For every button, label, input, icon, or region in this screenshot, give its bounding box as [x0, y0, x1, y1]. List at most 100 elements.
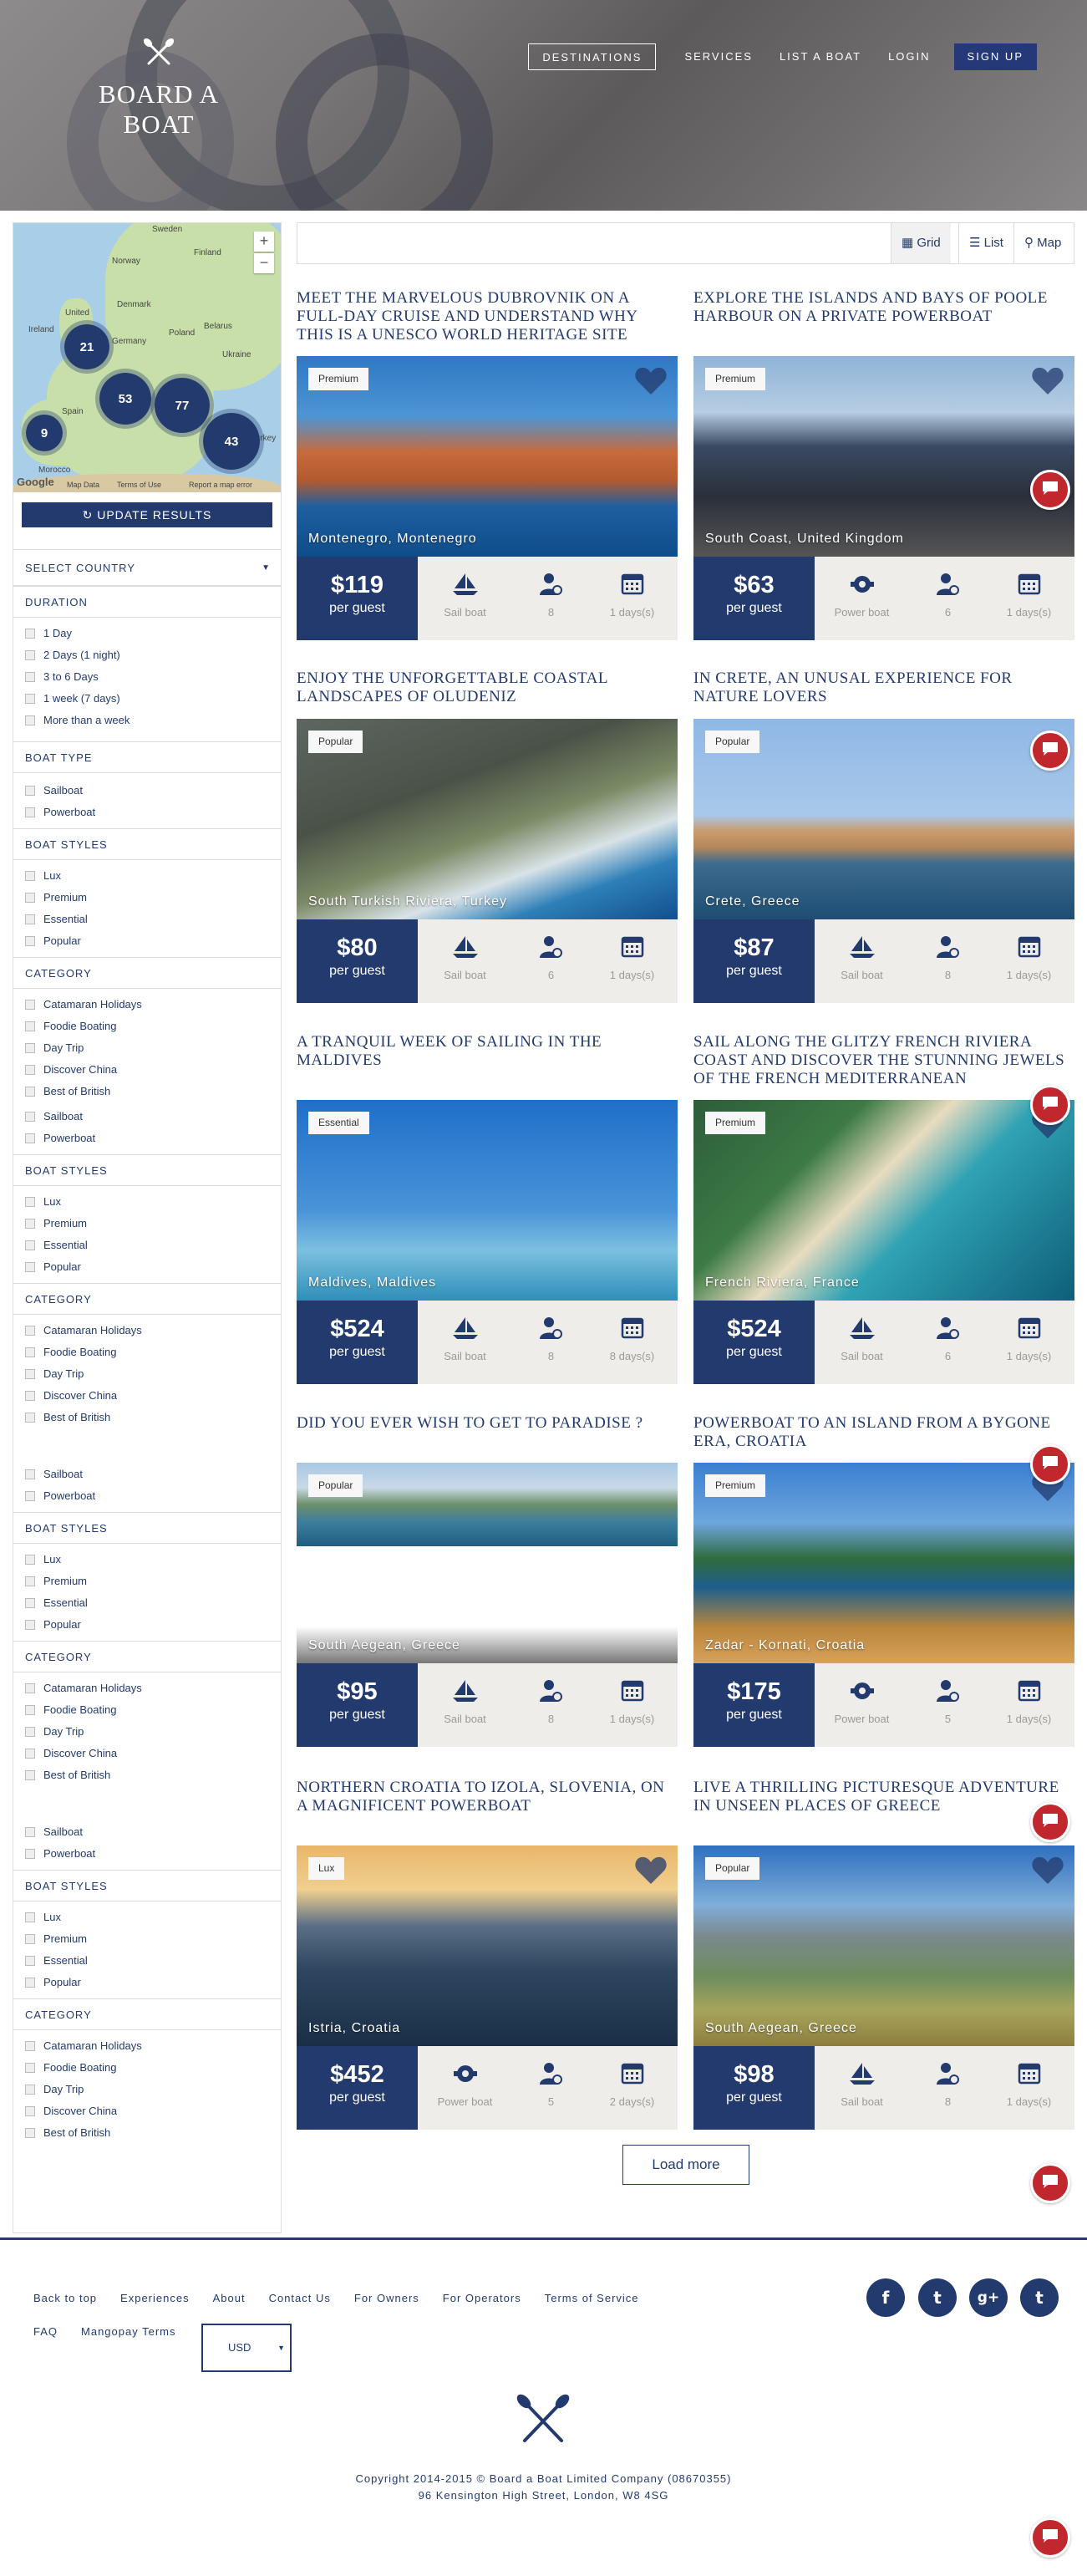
checkbox[interactable] — [25, 2128, 35, 2138]
checkbox[interactable] — [25, 694, 35, 704]
chat-button[interactable] — [1030, 1085, 1070, 1125]
listing-title[interactable]: EXPLORE THE ISLANDS AND BAYS OF POOLE HA… — [693, 289, 1074, 326]
filter-option[interactable]: Day Trip — [13, 2079, 281, 2100]
filter-option[interactable]: Best of British — [13, 1764, 281, 1786]
filter-option[interactable]: Popular — [13, 930, 281, 952]
logo[interactable]: BOARD A BOAT — [62, 38, 256, 140]
checkbox[interactable] — [25, 1133, 35, 1143]
map-report-link[interactable]: Report a map error — [189, 481, 252, 489]
checkbox[interactable] — [25, 629, 35, 639]
filter-option[interactable]: Sailboat — [13, 1106, 281, 1128]
filter-option[interactable]: Premium — [13, 1213, 281, 1235]
listing-card[interactable]: SAIL ALONG THE GLITZY FRENCH RIVIERA COA… — [693, 1033, 1074, 1088]
filter-option[interactable]: Best of British — [13, 1407, 281, 1428]
nav-destinations[interactable]: DESTINATIONS — [528, 43, 657, 70]
favorite-heart-icon[interactable] — [1031, 366, 1064, 396]
listing-image[interactable]: Premium Montenegro, Montenegro — [297, 356, 678, 557]
filter-option[interactable]: Best of British — [13, 2122, 281, 2144]
filter-option[interactable]: Catamaran Holidays — [13, 1677, 281, 1699]
checkbox[interactable] — [25, 1112, 35, 1122]
checkbox[interactable] — [25, 1065, 35, 1075]
filter-option[interactable]: Essential — [13, 1235, 281, 1256]
filter-option[interactable]: 2 Days (1 night) — [13, 644, 281, 666]
checkbox[interactable] — [25, 1000, 35, 1010]
chat-button[interactable] — [1030, 1444, 1070, 1484]
country-select[interactable]: SELECT COUNTRY ▼ — [13, 549, 281, 586]
zoom-out-button[interactable]: − — [254, 253, 274, 273]
filter-option[interactable]: Day Trip — [13, 1363, 281, 1385]
filter-option[interactable]: Foodie Boating — [13, 1699, 281, 1721]
filter-option[interactable]: Essential — [13, 1950, 281, 1972]
listing-title[interactable]: LIVE A THRILLING PICTURESQUE ADVENTURE I… — [693, 1779, 1074, 1815]
filter-option[interactable]: Premium — [13, 1928, 281, 1950]
filter-option[interactable]: 1 week (7 days) — [13, 688, 281, 710]
filter-option[interactable]: Lux — [13, 865, 281, 887]
filter-option[interactable]: Popular — [13, 1614, 281, 1636]
update-results-button[interactable]: ↻ UPDATE RESULTS — [22, 502, 272, 527]
chat-button[interactable] — [1030, 1802, 1070, 1842]
map-view-tab[interactable]: ⚲ Map — [1013, 223, 1071, 263]
filter-option[interactable]: 1 Day — [13, 623, 281, 644]
filter-option[interactable]: Catamaran Holidays — [13, 994, 281, 1016]
filter-option[interactable]: Lux — [13, 1907, 281, 1928]
checkbox[interactable] — [25, 1262, 35, 1272]
listing-image[interactable]: Popular South Aegean, Greece — [297, 1463, 678, 1663]
filter-option[interactable]: Day Trip — [13, 1037, 281, 1059]
footer-link[interactable]: FAQ — [33, 2324, 58, 2357]
checkbox[interactable] — [25, 715, 35, 725]
footer-link[interactable]: For Operators — [443, 2290, 521, 2324]
facebook-icon[interactable]: f — [866, 2278, 905, 2317]
listing-image[interactable]: Popular South Aegean, Greece — [693, 1845, 1074, 2046]
checkbox[interactable] — [25, 1555, 35, 1565]
filter-option[interactable]: 3 to 6 Days — [13, 666, 281, 688]
checkbox[interactable] — [25, 1369, 35, 1379]
filter-option[interactable]: Sailboat — [13, 780, 281, 802]
checkbox[interactable] — [25, 1749, 35, 1759]
listing-image[interactable]: Lux Istria, Croatia — [297, 1845, 678, 2046]
listing-image[interactable]: Premium South Coast, United Kingdom — [693, 356, 1074, 557]
nav-login[interactable]: LOGIN — [875, 43, 943, 70]
footer-link[interactable]: Mangopay Terms — [81, 2324, 175, 2357]
checkbox[interactable] — [25, 2041, 35, 2051]
listing-title[interactable]: MEET THE MARVELOUS DUBROVNIK ON A FULL-D… — [297, 289, 678, 344]
filter-option[interactable]: More than a week — [13, 710, 281, 731]
checkbox[interactable] — [25, 807, 35, 817]
listing-title[interactable]: A TRANQUIL WEEK OF SAILING IN THE MALDIV… — [297, 1033, 678, 1070]
filter-option[interactable]: Essential — [13, 1592, 281, 1614]
footer-link[interactable]: Terms of Service — [545, 2290, 639, 2324]
listing-image[interactable]: Essential Maldives, Maldives — [297, 1100, 678, 1301]
chat-button[interactable] — [1030, 2163, 1070, 2203]
list-view-tab[interactable]: ☰ List — [958, 223, 1013, 263]
filter-option[interactable]: Powerboat — [13, 1128, 281, 1149]
checkbox[interactable] — [25, 786, 35, 796]
checkbox[interactable] — [25, 1683, 35, 1693]
checkbox[interactable] — [25, 1912, 35, 1922]
checkbox[interactable] — [25, 914, 35, 924]
filter-option[interactable]: Catamaran Holidays — [13, 2035, 281, 2057]
listing-image[interactable]: Popular Crete, Greece — [693, 719, 1074, 919]
checkbox[interactable] — [25, 2085, 35, 2095]
checkbox[interactable] — [25, 1491, 35, 1501]
checkbox[interactable] — [25, 1705, 35, 1715]
zoom-in-button[interactable]: + — [254, 232, 274, 252]
currency-select[interactable]: USD ▼ — [201, 2324, 292, 2372]
chat-button[interactable] — [1030, 470, 1070, 510]
footer-link[interactable]: For Owners — [354, 2290, 419, 2324]
checkbox[interactable] — [25, 1598, 35, 1608]
checkbox[interactable] — [25, 871, 35, 881]
filter-option[interactable]: Catamaran Holidays — [13, 1320, 281, 1341]
filter-option[interactable]: Powerboat — [13, 1485, 281, 1507]
filter-option[interactable]: Discover China — [13, 1059, 281, 1081]
favorite-heart-icon[interactable] — [1031, 1856, 1064, 1886]
filter-option[interactable]: Sailboat — [13, 1821, 281, 1843]
checkbox[interactable] — [25, 2106, 35, 2116]
checkbox[interactable] — [25, 2063, 35, 2073]
signup-button[interactable]: SIGN UP — [953, 43, 1037, 70]
filter-option[interactable]: Discover China — [13, 1743, 281, 1764]
filter-option[interactable]: Foodie Boating — [13, 1016, 281, 1037]
filter-option[interactable]: Discover China — [13, 1385, 281, 1407]
map-cluster[interactable]: 9 — [22, 410, 67, 456]
map-data-link[interactable]: Map Data — [67, 481, 99, 489]
tumblr-icon[interactable]: t — [1020, 2278, 1059, 2317]
checkbox[interactable] — [25, 1934, 35, 1944]
